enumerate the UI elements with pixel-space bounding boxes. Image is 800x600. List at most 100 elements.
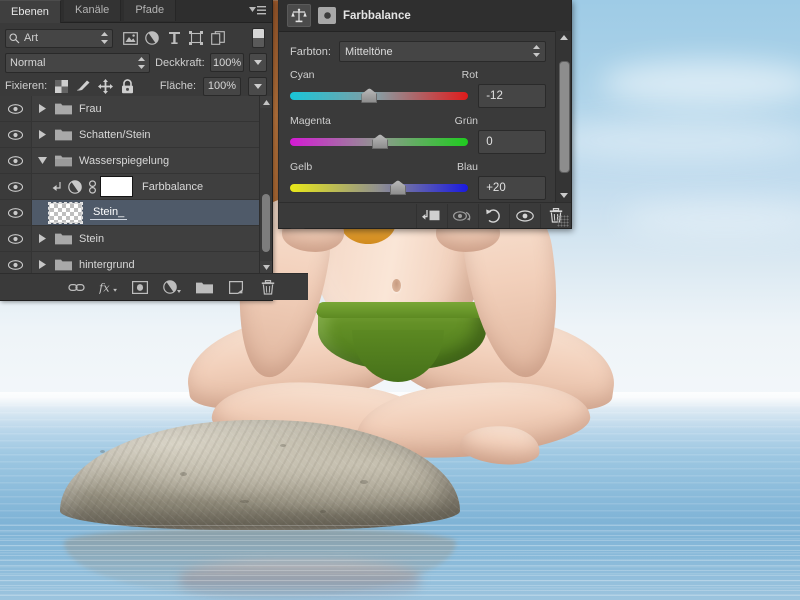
scroll-down-icon[interactable]	[260, 261, 272, 273]
fill-value[interactable]: 100%	[203, 76, 241, 96]
tone-select[interactable]: Mitteltöne	[338, 41, 546, 62]
preset-dot-icon[interactable]	[318, 7, 336, 24]
lock-pixels-icon[interactable]	[76, 78, 91, 94]
link-layers-icon[interactable]	[67, 278, 85, 296]
svg-text:fx: fx	[99, 280, 110, 294]
layer-name[interactable]: hintergrund	[79, 259, 135, 271]
add-mask-icon[interactable]	[131, 278, 149, 296]
layer-name[interactable]: Farbbalance	[142, 181, 203, 193]
yellow-blue-knob[interactable]	[389, 180, 406, 195]
layer-name[interactable]: Stein	[79, 233, 104, 245]
scrollbar-thumb[interactable]	[559, 61, 570, 173]
new-adjustment-icon[interactable]	[163, 278, 181, 296]
smartobject-filter-icon[interactable]	[207, 29, 229, 47]
yellow-blue-value[interactable]: +20	[478, 176, 546, 200]
delete-layer-icon[interactable]	[259, 278, 277, 296]
tone-row[interactable]: Farbton: Mitteltöne	[279, 31, 556, 62]
lock-all-icon[interactable]	[120, 78, 135, 94]
lock-bar[interactable]: Fixieren: Fläche: 100%	[0, 74, 272, 98]
layer-style-fx-icon[interactable]: fx	[99, 278, 117, 296]
opacity-value[interactable]: 100%	[209, 53, 245, 72]
tab-kanaele[interactable]: Kanäle	[64, 0, 122, 21]
color-balance-properties-panel[interactable]: Farbbalance Farbton: Mitteltöne Cyan Rot	[278, 0, 572, 229]
layer-row-stein-group[interactable]: Stein	[0, 226, 272, 252]
visibility-toggle[interactable]	[0, 252, 32, 273]
chevron-right-icon[interactable]	[32, 260, 52, 269]
filter-toggle-switch[interactable]	[252, 28, 265, 48]
updown-arrows-icon[interactable]	[138, 56, 146, 69]
yellow-blue-slider-block[interactable]: Gelb Blau +20	[279, 154, 556, 200]
layer-name[interactable]: Frau	[79, 103, 102, 115]
panel-menu-icon[interactable]	[249, 4, 267, 18]
shape-filter-icon[interactable]	[185, 29, 207, 47]
visibility-toggle[interactable]	[0, 96, 32, 121]
color-balance-footer[interactable]	[279, 202, 571, 228]
lock-transparency-icon[interactable]	[54, 78, 69, 94]
layer-list[interactable]: Frau Schatten/Stein Wasserspiegelung Far…	[0, 96, 272, 273]
image-filter-icon[interactable]	[119, 29, 141, 47]
properties-scrollbar[interactable]	[555, 31, 571, 202]
layer-mask-thumbnail[interactable]	[100, 176, 133, 197]
visibility-toggle[interactable]	[0, 174, 32, 199]
tab-pfade[interactable]: Pfade	[124, 0, 177, 21]
cyan-label: Cyan	[290, 69, 315, 81]
chevron-down-icon[interactable]	[32, 157, 52, 164]
panel-tab-bar[interactable]: Ebenen Kanäle Pfade	[0, 0, 272, 23]
color-balance-titlebar[interactable]: Farbbalance	[279, 0, 571, 32]
resize-grip-icon[interactable]	[557, 215, 569, 227]
updown-arrows-icon[interactable]	[101, 31, 108, 44]
updown-arrows-icon[interactable]	[533, 45, 540, 57]
color-balance-body[interactable]: Farbton: Mitteltöne Cyan Rot -12 Magenta…	[279, 31, 556, 229]
new-group-icon[interactable]	[195, 278, 213, 296]
yellow-blue-track[interactable]	[290, 180, 469, 195]
blend-mode-bar[interactable]: Normal Deckkraft: 100%	[0, 50, 272, 74]
layer-row-stein-selected[interactable]: Stein_	[0, 200, 272, 226]
layer-filter-bar[interactable]: Art	[0, 23, 272, 50]
layer-thumbnail[interactable]	[48, 201, 83, 224]
visibility-toggle[interactable]	[0, 226, 32, 251]
magenta-green-slider-block[interactable]: Magenta Grün 0	[279, 108, 556, 154]
clip-to-layer-icon[interactable]	[416, 203, 447, 228]
reset-adjustment-icon[interactable]	[478, 203, 509, 228]
cyan-red-track[interactable]	[290, 88, 469, 103]
type-filter-icon[interactable]	[163, 29, 185, 47]
scrollbar-thumb[interactable]	[262, 194, 270, 252]
magenta-green-knob[interactable]	[372, 134, 389, 149]
layer-list-scrollbar[interactable]	[259, 96, 272, 273]
tab-ebenen[interactable]: Ebenen	[0, 0, 61, 23]
adjustment-filter-icon[interactable]	[141, 29, 163, 47]
link-mask-icon[interactable]	[84, 179, 100, 194]
visibility-toggle[interactable]	[0, 122, 32, 147]
layer-name[interactable]: Wasserspiegelung	[79, 155, 169, 167]
visibility-toggle[interactable]	[0, 200, 32, 225]
cyan-red-knob[interactable]	[361, 88, 378, 103]
lock-position-icon[interactable]	[98, 78, 114, 94]
cyan-red-slider-block[interactable]: Cyan Rot -12	[279, 62, 556, 108]
filter-kind-select[interactable]: Art	[5, 28, 113, 48]
layer-row-schatten-stein[interactable]: Schatten/Stein	[0, 122, 272, 148]
chevron-right-icon[interactable]	[32, 234, 52, 243]
new-layer-icon[interactable]	[227, 278, 245, 296]
layer-name[interactable]: Schatten/Stein	[79, 129, 151, 141]
layers-panel-footer[interactable]: fx	[0, 273, 308, 300]
scroll-up-icon[interactable]	[260, 96, 272, 108]
visibility-toggle[interactable]	[0, 148, 32, 173]
layer-row-frau[interactable]: Frau	[0, 96, 272, 122]
fill-dropdown-button[interactable]	[248, 76, 267, 96]
layer-row-wasserspiegelung[interactable]: Wasserspiegelung	[0, 148, 272, 174]
magenta-green-track[interactable]	[290, 134, 469, 149]
layers-panel[interactable]: Ebenen Kanäle Pfade Art Normal Deckkraft…	[0, 0, 308, 301]
cyan-red-value[interactable]: -12	[478, 84, 546, 108]
chevron-right-icon[interactable]	[32, 130, 52, 139]
scroll-down-icon[interactable]	[556, 189, 571, 202]
blend-mode-select[interactable]: Normal	[5, 52, 151, 73]
magenta-green-value[interactable]: 0	[478, 130, 546, 154]
chevron-right-icon[interactable]	[32, 104, 52, 113]
toggle-visibility-icon[interactable]	[509, 203, 540, 228]
layer-name-edit-field[interactable]: Stein_	[90, 206, 128, 220]
toggle-previous-state-icon[interactable]	[447, 203, 478, 228]
scroll-up-icon[interactable]	[556, 31, 571, 44]
layer-row-farbbalance[interactable]: Farbbalance	[0, 174, 272, 200]
layer-row-hintergrund[interactable]: hintergrund	[0, 252, 272, 273]
opacity-dropdown-button[interactable]	[249, 53, 267, 72]
